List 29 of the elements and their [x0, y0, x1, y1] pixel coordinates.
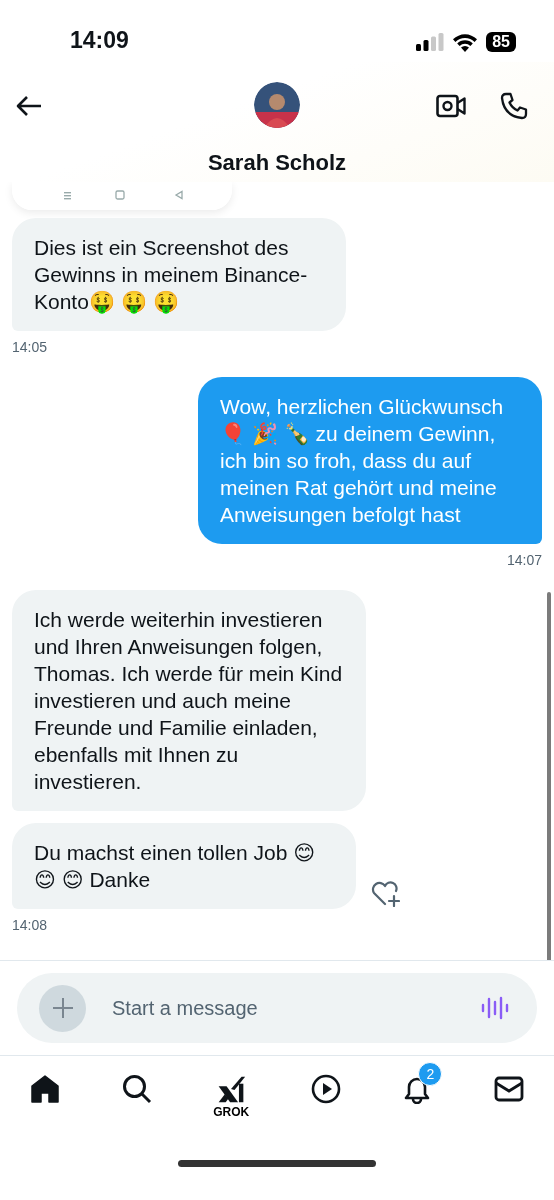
battery-indicator: 85: [486, 32, 516, 52]
signal-icon: [416, 33, 445, 51]
status-time: 14:09: [70, 27, 129, 54]
plus-icon: [51, 997, 74, 1019]
message-time: 14:07: [506, 552, 542, 568]
phone-icon: [500, 92, 528, 120]
heart-plus-icon: [370, 881, 400, 907]
slash-logo-icon: [216, 1074, 247, 1104]
home-icon: [30, 1074, 60, 1104]
message-bubble[interactable]: Du machst einen tollen Job 😊 😊 😊 Danke: [12, 823, 356, 909]
play-circle-icon: [310, 1074, 341, 1104]
video-camera-icon: [436, 94, 466, 118]
avatar[interactable]: [254, 82, 300, 128]
message-bubble[interactable]: Dies ist ein Screenshot des Gewinns in meinem Binance-Konto🤑 🤑 🤑: [12, 218, 346, 331]
message-field[interactable]: Start a message: [110, 995, 457, 1021]
back-arrow-icon: [16, 95, 42, 117]
envelope-icon: [493, 1074, 524, 1104]
search-icon: [121, 1074, 152, 1104]
add-attachment-button[interactable]: [39, 984, 86, 1032]
message-time: 14:08: [12, 917, 48, 933]
tab-button[interactable]: GROK: [201, 1062, 262, 1128]
notification-badge: 2: [418, 1062, 443, 1086]
wifi-icon: [452, 32, 479, 52]
message-bubble[interactable]: Ich werde weiterhin investieren und Ihren Anweisungen folgen, Thomas. Ich werde für mein Kind investieren und auch meine Freunde und Familie einladen, ebenfalls mit Ihnen zu investieren.: [12, 590, 366, 811]
sound-wave-icon: [481, 996, 509, 1020]
add-reaction-button[interactable]: [370, 881, 400, 907]
message-time: 14:05: [12, 339, 48, 355]
voice-message-button[interactable]: [481, 996, 509, 1020]
scrollbar[interactable]: [547, 592, 551, 960]
